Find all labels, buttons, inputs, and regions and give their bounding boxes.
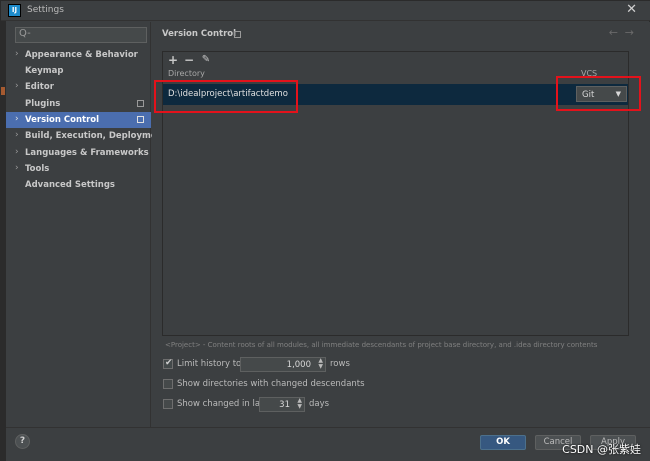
chevron-right-icon: › <box>15 81 19 91</box>
sidebar-item-label: Editor <box>25 82 54 92</box>
sidebar-item-label: Version Control <box>25 115 100 125</box>
add-icon[interactable]: + <box>166 52 180 68</box>
page-title: Version Control <box>162 29 237 39</box>
sidebar-item-version-control[interactable]: › Version Control <box>6 112 151 128</box>
sidebar-item-keymap[interactable]: Keymap <box>6 63 151 79</box>
sidebar-item-plugins[interactable]: Plugins <box>6 96 151 112</box>
limit-history-stepper[interactable]: 1,000 ▲ ▼ <box>240 357 326 372</box>
chevron-right-icon: › <box>15 49 19 59</box>
column-header-directory[interactable]: Directory <box>168 69 205 78</box>
window-title: Settings <box>27 5 64 15</box>
highlight-box-vcs <box>556 76 641 111</box>
sidebar-item-label: Appearance & Behavior <box>25 50 138 60</box>
dialog-footer: ? OK Cancel Apply <box>6 427 650 461</box>
search-input[interactable]: Q- <box>15 27 147 43</box>
show-dirs-option: Show directories with changed descendant… <box>163 377 463 391</box>
sidebar-item-appearance-behavior[interactable]: › Appearance & Behavior <box>6 47 151 63</box>
sidebar-item-tools[interactable]: › Tools <box>6 161 151 177</box>
sidebar-item-label: Keymap <box>25 66 64 76</box>
sidebar-item-label: Plugins <box>25 99 61 109</box>
project-settings-icon <box>137 100 144 107</box>
intellij-logo-icon: IJ <box>8 4 21 17</box>
main-panel: Version Control ← → + − ✎ Directory VCS … <box>152 22 650 427</box>
limit-history-option: ✔ Limit history to: 1,000 ▲ ▼ rows <box>163 357 463 372</box>
sidebar-item-label: Tools <box>25 164 50 174</box>
show-dirs-label: Show directories with changed descendant… <box>177 379 365 389</box>
sidebar-item-editor[interactable]: › Editor <box>6 79 151 95</box>
sidebar-item-label: Languages & Frameworks <box>25 148 149 158</box>
show-changed-value: 31 <box>279 400 290 410</box>
settings-window: IJ Settings ✕ Q- › Appearance & Behavior… <box>0 0 650 461</box>
project-settings-icon <box>137 116 144 123</box>
limit-history-checkbox[interactable]: ✔ <box>163 358 173 369</box>
back-arrow-icon[interactable]: ← <box>609 26 618 39</box>
chevron-right-icon: › <box>15 147 19 157</box>
watermark: CSDN @张紫娃 <box>562 443 641 456</box>
show-changed-checkbox[interactable] <box>163 399 173 409</box>
forward-arrow-icon[interactable]: → <box>625 26 634 39</box>
sidebar-item-build-execution-deployment[interactable]: › Build, Execution, Deployment <box>6 128 167 144</box>
settings-sidebar: Q- › Appearance & Behavior Keymap › Edit… <box>6 22 167 427</box>
limit-history-suffix: rows <box>330 359 350 369</box>
show-changed-stepper[interactable]: 31 ▲ ▼ <box>259 397 305 412</box>
help-icon[interactable]: ? <box>15 434 30 449</box>
remove-icon[interactable]: − <box>182 52 196 68</box>
stepper-arrows-icon[interactable]: ▲ ▼ <box>297 398 302 410</box>
show-changed-label: Show changed in last <box>177 399 268 409</box>
show-dirs-checkbox[interactable] <box>163 379 173 389</box>
table-toolbar: + − ✎ <box>163 52 628 68</box>
chevron-right-icon: › <box>15 114 19 124</box>
stepper-arrows-icon[interactable]: ▲ ▼ <box>318 358 323 370</box>
sidebar-item-label: Advanced Settings <box>25 180 115 190</box>
search-icon: Q- <box>19 28 31 39</box>
show-changed-option: Show changed in last 31 ▲ ▼ days <box>163 397 463 412</box>
project-settings-icon <box>234 31 241 38</box>
title-bar: IJ Settings ✕ <box>1 1 650 21</box>
edit-icon[interactable]: ✎ <box>199 52 213 68</box>
table-hint: <Project> - Content roots of all modules… <box>165 341 598 349</box>
sidebar-item-languages-frameworks[interactable]: › Languages & Frameworks <box>6 145 151 161</box>
checkmark-icon: ✔ <box>165 358 173 368</box>
limit-history-label: Limit history to: <box>177 359 245 369</box>
sidebar-item-label: Build, Execution, Deployment <box>25 131 167 141</box>
limit-history-value: 1,000 <box>286 360 311 370</box>
background-marker <box>1 87 5 95</box>
chevron-right-icon: › <box>15 163 19 173</box>
sidebar-item-advanced-settings[interactable]: Advanced Settings <box>6 177 151 193</box>
ok-button[interactable]: OK <box>480 435 526 450</box>
close-icon[interactable]: ✕ <box>626 3 637 17</box>
chevron-right-icon: › <box>15 130 19 140</box>
highlight-box-directory <box>154 80 298 113</box>
show-changed-suffix: days <box>309 399 330 409</box>
